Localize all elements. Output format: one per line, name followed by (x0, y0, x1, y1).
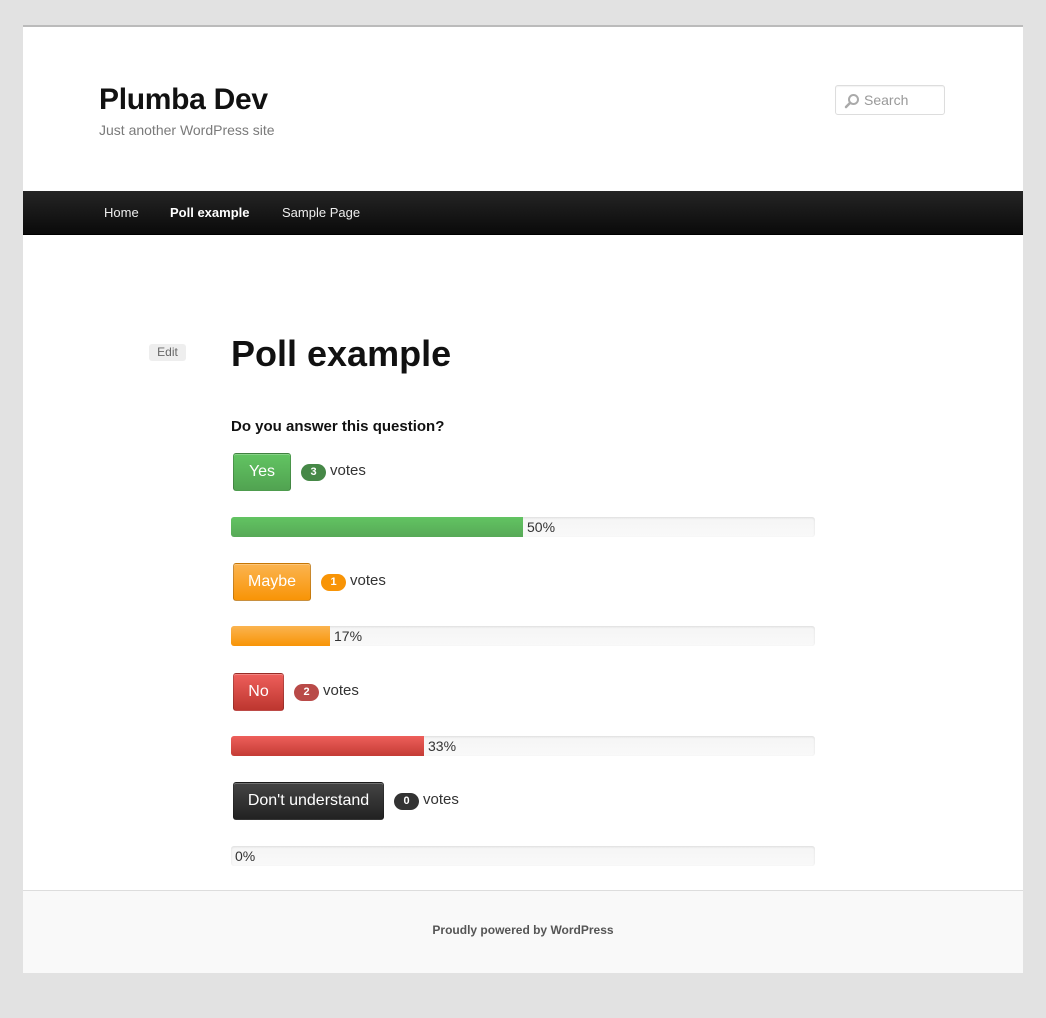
search-placeholder: Search (864, 92, 909, 108)
site-title[interactable]: Plumba Dev (99, 83, 268, 117)
edit-link[interactable]: Edit (149, 344, 186, 361)
vote-count-badge-no: 2 (294, 684, 319, 701)
search-input[interactable]: Search (835, 85, 945, 115)
nav-item-home[interactable]: Home (104, 205, 139, 220)
vote-button-yes[interactable]: Yes (233, 453, 291, 491)
progress-fill-no (231, 736, 424, 756)
vote-button-dont-understand[interactable]: Don't understand (233, 782, 384, 820)
progress-bar-maybe: 17% (231, 626, 815, 646)
footer-credit-link[interactable]: Proudly powered by WordPress (23, 923, 1023, 937)
votes-label-maybe: votes (350, 572, 386, 589)
percent-label-no: 33% (428, 738, 457, 754)
percent-label-maybe: 17% (334, 628, 363, 644)
vote-button-maybe[interactable]: Maybe (233, 563, 311, 601)
search-icon (844, 94, 859, 109)
entry-title: Poll example (231, 333, 452, 374)
poll-question: Do you answer this question? (231, 418, 445, 435)
nav-item-sample-page[interactable]: Sample Page (282, 205, 360, 220)
progress-bar-no: 33% (231, 736, 815, 756)
site-description: Just another WordPress site (99, 122, 275, 138)
votes-label-dont-understand: votes (423, 791, 459, 808)
vote-button-no[interactable]: No (233, 673, 284, 711)
progress-fill-yes (231, 517, 523, 537)
votes-label-no: votes (323, 682, 359, 699)
votes-label-yes: votes (330, 462, 366, 479)
main-navigation: Home Poll example Sample Page (23, 191, 1023, 235)
vote-count-badge-yes: 3 (301, 464, 326, 481)
progress-bar-yes: 50% (231, 517, 815, 537)
nav-item-poll-example[interactable]: Poll example (170, 205, 249, 220)
vote-count-badge-maybe: 1 (321, 574, 346, 591)
progress-fill-maybe (231, 626, 330, 646)
site-footer: Proudly powered by WordPress (23, 890, 1023, 973)
percent-label-dont-understand: 0% (235, 848, 256, 864)
vote-count-badge-dont-understand: 0 (394, 793, 419, 810)
percent-label-yes: 50% (527, 519, 556, 535)
page: Plumba Dev Just another WordPress site S… (23, 25, 1023, 973)
progress-bar-dont-understand: 0% (231, 846, 815, 866)
